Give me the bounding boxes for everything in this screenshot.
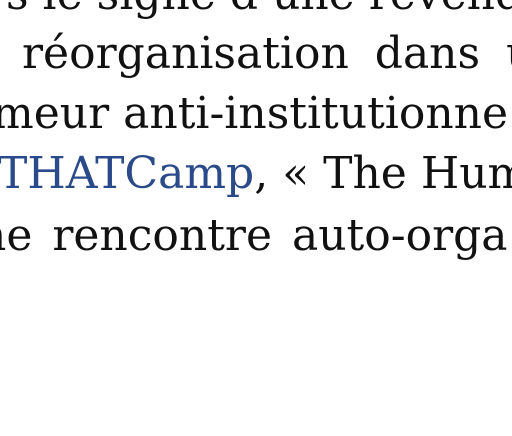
thatcamp-link[interactable]: THATCamp: [0, 148, 254, 199]
document-page: s le signe d’une revendi réorganisation …: [0, 0, 512, 436]
text-line-2: réorganisation dans u: [22, 28, 512, 79]
text-line-1: s le signe d’une revendi: [6, 0, 512, 17]
text-line-5: ne rencontre auto-orga: [0, 210, 508, 261]
text-line-3: meur anti-institutionne: [0, 88, 509, 139]
text-line-4-rest: , « The Hum: [254, 148, 512, 199]
text-line-4: THATCamp, « The Hum: [0, 152, 512, 196]
